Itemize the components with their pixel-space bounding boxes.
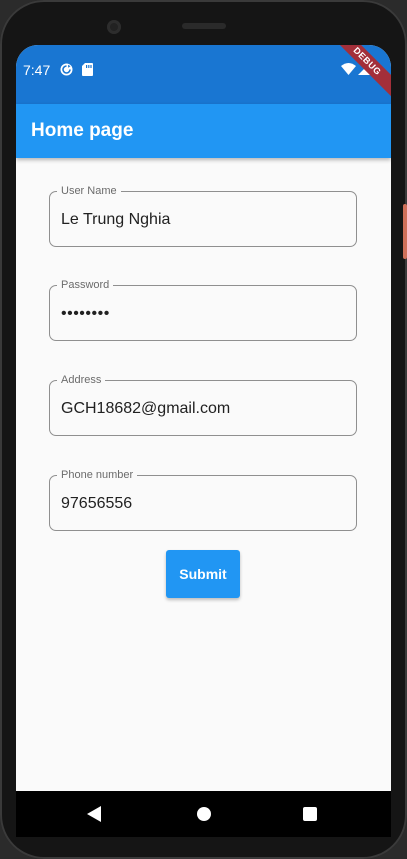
status-bar: 7:47 DEBUG	[16, 45, 391, 104]
username-field[interactable]: User Name Le Trung Nghia	[49, 184, 357, 247]
phone-field[interactable]: Phone number 97656556	[49, 468, 357, 531]
earpiece-speaker	[182, 23, 226, 29]
password-label: Password	[57, 278, 114, 292]
password-field[interactable]: Password ••••••••	[49, 278, 357, 341]
recents-icon[interactable]	[303, 807, 317, 821]
username-input[interactable]: Le Trung Nghia	[61, 210, 351, 230]
side-button[interactable]	[403, 204, 407, 259]
phone-input[interactable]: 97656556	[61, 494, 351, 514]
back-icon[interactable]	[87, 806, 101, 822]
address-label: Address	[57, 373, 106, 387]
username-label: User Name	[57, 184, 121, 198]
phone-label: Phone number	[57, 468, 138, 482]
navigation-bar	[16, 791, 391, 837]
status-time: 7:47	[23, 62, 51, 78]
front-camera	[107, 20, 121, 34]
address-field[interactable]: Address GCH18682@gmail.com	[49, 373, 357, 436]
home-icon[interactable]	[197, 807, 211, 821]
password-input[interactable]: ••••••••	[61, 304, 351, 324]
submit-button[interactable]: Submit	[166, 550, 240, 598]
page-title: Home page	[31, 120, 134, 141]
sync-icon	[60, 63, 73, 76]
sd-card-icon	[82, 63, 93, 76]
wifi-icon	[341, 63, 356, 75]
app-bar: Home page	[16, 104, 391, 158]
app-screen: 7:47 DEBUG Home page User Name Le Trung …	[16, 45, 391, 821]
address-input[interactable]: GCH18682@gmail.com	[61, 399, 351, 419]
